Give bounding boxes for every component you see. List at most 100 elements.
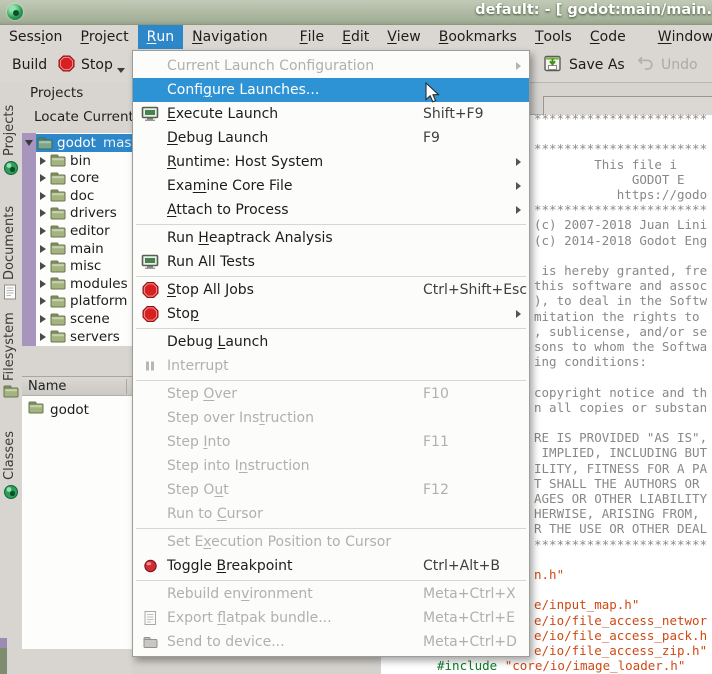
menubar-item-bookmarks[interactable]: Bookmarks — [430, 25, 526, 49]
column-divider[interactable] — [126, 379, 127, 394]
locate-current-document-button[interactable]: Locate Current — [34, 109, 134, 125]
save-as-button[interactable]: Save As — [537, 49, 631, 81]
undo-icon — [636, 55, 655, 71]
menu-item-runtime-host-system[interactable]: Runtime: Host System — [133, 150, 529, 174]
menu-item-run-heaptrack-analysis[interactable]: Run Heaptrack Analysis — [133, 226, 529, 250]
expand-arrow-icon[interactable] — [40, 174, 46, 182]
tree-item-servers[interactable]: servers — [22, 328, 132, 346]
tree-item-scene[interactable]: scene — [22, 310, 132, 328]
menu-item-label: Step Over — [167, 386, 237, 402]
menu-item-set-execution-position-to-cursor[interactable]: Set Execution Position to Cursor — [133, 530, 529, 554]
menubar-item-code[interactable]: Code — [581, 25, 635, 49]
menu-item-label: Current Launch Configuration — [167, 58, 374, 74]
tree-item-core[interactable]: core — [22, 169, 132, 187]
folder-icon — [3, 385, 19, 398]
submenu-arrow-icon — [516, 158, 521, 166]
projects-panel: Projects Locate Current godotmastbincore… — [22, 82, 132, 674]
menu-item-step-over-instruction[interactable]: Step over Instruction — [133, 406, 529, 430]
menu-item-interrupt[interactable]: Interrupt — [133, 354, 529, 378]
expand-arrow-icon[interactable] — [40, 315, 46, 323]
menubar-item-edit[interactable]: Edit — [333, 25, 378, 49]
build-button[interactable]: Build — [6, 49, 53, 81]
submenu-arrow-icon — [516, 62, 521, 70]
menu-item-stop[interactable]: Stop — [133, 302, 529, 326]
tree-item-label: modules — [70, 276, 128, 292]
doc-icon — [144, 611, 157, 626]
code-line: ILITY, FITNESS FOR A PA — [534, 461, 707, 476]
code-line-include: #include "core/io/image_loader.h" — [437, 658, 685, 673]
expand-arrow-icon[interactable] — [40, 297, 46, 305]
expand-arrow-icon[interactable] — [40, 280, 46, 288]
project-row[interactable]: godot — [28, 401, 89, 418]
menu-item-step-into[interactable]: Step IntoF11 — [133, 430, 529, 454]
kdevelop-sphere-icon — [3, 160, 19, 176]
menu-item-stop-all-jobs[interactable]: Stop All JobsCtrl+Shift+Esc — [133, 278, 529, 302]
menu-item-label: Export flatpak bundle... — [167, 610, 332, 626]
build-button-label: Build — [12, 57, 47, 73]
folder-icon — [50, 189, 66, 202]
kdevelop-window: default: - [ godot:main/main. SessionPro… — [0, 0, 712, 674]
menu-item-rebuild-environment[interactable]: Rebuild environmentMeta+Ctrl+X — [133, 582, 529, 606]
menu-item-examine-core-file[interactable]: Examine Core File — [133, 174, 529, 198]
tree-item-misc[interactable]: misc — [22, 257, 132, 275]
tree-item-modules[interactable]: modules — [22, 275, 132, 293]
folder-root-icon — [37, 137, 53, 150]
menubar-item-session[interactable]: Session — [0, 25, 71, 49]
dock-tab-projects[interactable]: Projects — [0, 94, 22, 178]
tree-item-main[interactable]: main — [22, 240, 132, 258]
expand-arrow-icon[interactable] — [40, 262, 46, 270]
code-line: (c) 2007-2018 Juan Lini — [534, 217, 707, 232]
dock-tab-documents[interactable]: Documents — [0, 190, 22, 302]
menu-item-label: Step into Instruction — [167, 458, 310, 474]
tree-item-bin[interactable]: bin — [22, 152, 132, 170]
collapse-arrow-icon[interactable] — [25, 140, 33, 146]
undo-button-label: Undo — [661, 57, 698, 73]
expand-arrow-icon[interactable] — [40, 209, 46, 217]
menu-item-export-flatpak-bundle[interactable]: Export flatpak bundle...Meta+Ctrl+E — [133, 606, 529, 630]
dock-tab-classes[interactable]: Classes — [0, 430, 22, 502]
tree-item-label: platform — [70, 293, 127, 309]
menubar-item-project[interactable]: Project — [71, 25, 137, 49]
menu-item-shortcut: F11 — [423, 434, 449, 450]
menu-item-current-launch-configuration[interactable]: Current Launch Configuration — [133, 54, 529, 78]
menu-item-step-over[interactable]: Step OverF10 — [133, 382, 529, 406]
menu-item-run-to-cursor[interactable]: Run to Cursor — [133, 502, 529, 526]
branch-label: mast — [103, 135, 132, 151]
menu-item-label: Examine Core File — [167, 178, 292, 194]
tree-item-doc[interactable]: doc — [22, 187, 132, 205]
kdevelop-sphere-icon — [3, 484, 19, 500]
menu-item-run-all-tests[interactable]: Run All Tests — [133, 250, 529, 274]
menubar-item-file[interactable]: File — [291, 25, 333, 49]
folder-icon — [50, 313, 66, 326]
dock-tab-filesystem[interactable]: Filesystem — [0, 303, 22, 403]
expand-arrow-icon[interactable] — [40, 333, 46, 341]
menubar-item-tools[interactable]: Tools — [526, 25, 581, 49]
stop-button[interactable]: Stop — [52, 49, 131, 81]
menu-item-debug-launch[interactable]: Debug LaunchF9 — [133, 126, 529, 150]
tree-item-platform[interactable]: platform — [22, 292, 132, 310]
left-dock-strip: Projects DocumentsFilesystem Classes — [0, 82, 23, 674]
menu-item-send-to-device[interactable]: Send to device...Meta+Ctrl+D — [133, 630, 529, 654]
name-column-header[interactable]: Name — [22, 377, 132, 396]
menubar-item-view[interactable]: View — [378, 25, 430, 49]
menu-item-toggle-breakpoint[interactable]: Toggle BreakpointCtrl+Alt+B — [133, 554, 529, 578]
menubar-item-run[interactable]: Run — [138, 25, 183, 49]
expand-arrow-icon[interactable] — [40, 227, 46, 235]
menu-item-execute-launch[interactable]: Execute LaunchShift+F9 — [133, 102, 529, 126]
expand-arrow-icon[interactable] — [40, 157, 46, 165]
tree-item-godot[interactable]: godotmast — [22, 134, 132, 152]
menu-item-shortcut: Ctrl+Alt+B — [423, 558, 500, 574]
menu-item-debug-launch[interactable]: Debug Launch — [133, 330, 529, 354]
undo-button[interactable]: Undo — [630, 49, 704, 81]
menu-item-configure-launches[interactable]: Configure Launches... — [133, 78, 529, 102]
menu-item-step-out[interactable]: Step OutF12 — [133, 478, 529, 502]
expand-arrow-icon[interactable] — [40, 192, 46, 200]
menubar-item-window[interactable]: Window — [649, 25, 712, 49]
menubar-item-navigation[interactable]: Navigation — [183, 25, 277, 49]
folder-icon — [50, 295, 66, 308]
menu-item-step-into-instruction[interactable]: Step into Instruction — [133, 454, 529, 478]
expand-arrow-icon[interactable] — [40, 245, 46, 253]
tree-item-drivers[interactable]: drivers — [22, 204, 132, 222]
tree-item-editor[interactable]: editor — [22, 222, 132, 240]
menu-item-attach-to-process[interactable]: Attach to Process — [133, 198, 529, 222]
